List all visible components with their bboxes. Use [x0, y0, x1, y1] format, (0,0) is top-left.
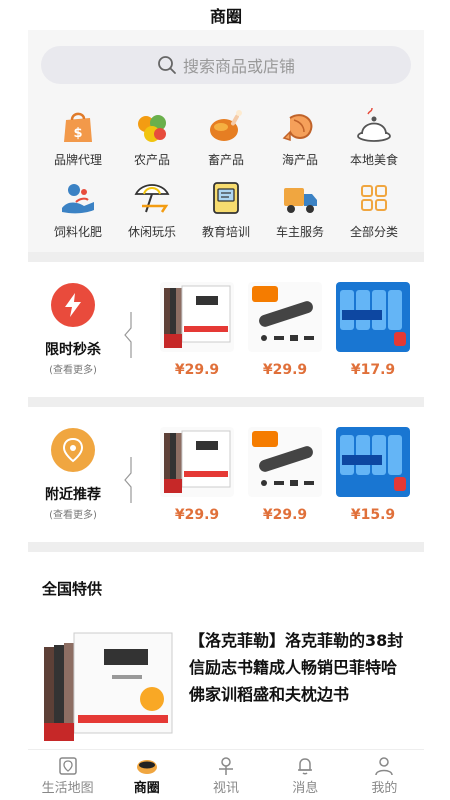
product-card[interactable]: ¥29.9: [160, 282, 234, 378]
category-education[interactable]: 教育培训: [189, 176, 263, 240]
product-card[interactable]: ¥15.9: [336, 427, 410, 523]
page-title: 商圈: [209, 7, 242, 26]
divider: [28, 252, 424, 262]
nearby-section: 附近推荐 (查看更多) ¥29.9 ¥29.9 ¥15.9: [28, 407, 424, 542]
product-price: ¥29.9: [262, 362, 308, 378]
featured-product-title: 【洛克菲勒】洛克菲勒的38封信励志书籍成人畅销巴菲特哈佛家训稻盛和夫枕边书: [189, 631, 404, 704]
product-price: ¥29.9: [262, 507, 308, 523]
product-card[interactable]: ¥29.9: [248, 282, 322, 378]
category-label: 车主服务: [275, 225, 324, 239]
truck-icon: [278, 176, 322, 220]
tab-label: 我的: [371, 780, 398, 796]
category-label: 农产品: [133, 153, 170, 167]
map-icon: [57, 755, 79, 777]
category-label: 海产品: [281, 153, 318, 167]
category-label: 教育培训: [201, 225, 250, 239]
svg-text:$: $: [73, 126, 82, 141]
video-icon: [215, 755, 237, 777]
book-product-image: [160, 282, 234, 352]
divider: [28, 542, 424, 552]
product-price: ¥29.9: [174, 362, 220, 378]
washer-fluid-product-image: [336, 282, 410, 352]
bell-icon: [294, 755, 316, 777]
location-pin-icon: [51, 428, 95, 472]
featured-book-image: [42, 627, 177, 742]
tab-messages[interactable]: 消息: [266, 750, 345, 800]
top-area: 搜索商品或店铺 $ 品牌代理 农产品 畜产品 海产品 本地美食 饲料化肥 休闲玩…: [28, 30, 424, 252]
category-grid: $ 品牌代理 农产品 畜产品 海产品 本地美食 饲料化肥 休闲玩乐 教育培训 车…: [41, 104, 411, 240]
tab-life-map[interactable]: 生活地图: [28, 750, 107, 800]
flash-sale-header[interactable]: 限时秒杀 (查看更多): [28, 283, 118, 376]
nearby-products: ¥29.9 ¥29.9 ¥15.9: [160, 427, 410, 523]
category-brand-agency[interactable]: $ 品牌代理: [41, 104, 115, 168]
category-label: 畜产品: [207, 153, 244, 167]
chicken-icon: [204, 104, 248, 148]
national-section: 全国特供 【洛克菲勒】洛克菲勒的38封信励志书籍成人畅销巴菲特哈佛家训稻盛和夫枕…: [28, 552, 424, 742]
tab-label: 生活地图: [41, 780, 94, 796]
beach-icon: [130, 176, 174, 220]
vacuum-product-image: [248, 427, 322, 497]
category-leisure[interactable]: 休闲玩乐: [115, 176, 189, 240]
national-title: 全国特供: [42, 580, 103, 598]
category-label: 全部分类: [349, 225, 398, 239]
dish-icon: [352, 104, 396, 148]
category-label: 饲料化肥: [53, 225, 102, 239]
tab-profile[interactable]: 我的: [345, 750, 424, 800]
category-label: 品牌代理: [53, 153, 102, 167]
page: 商圈 搜索商品或店铺 $ 品牌代理 农产品 畜产品 海产品 本地美食 饲料化肥 …: [28, 0, 424, 800]
tab-label: 消息: [292, 780, 319, 796]
bottom-tab-bar: 生活地图 商圈 视讯 消息 我的: [28, 749, 424, 800]
fertilizer-icon: [56, 176, 100, 220]
category-feed-fertilizer[interactable]: 饲料化肥: [41, 176, 115, 240]
category-label: 本地美食: [349, 153, 398, 167]
book-product-image: [160, 427, 234, 497]
product-card[interactable]: ¥17.9: [336, 282, 410, 378]
tab-business-district[interactable]: 商圈: [107, 750, 186, 800]
lightning-icon: [51, 283, 95, 327]
tab-label: 视讯: [213, 780, 240, 796]
divider: [28, 397, 424, 407]
flash-sale-more-link[interactable]: (查看更多): [49, 361, 97, 376]
category-agriculture[interactable]: 农产品: [115, 104, 189, 168]
category-label: 休闲玩乐: [127, 225, 176, 239]
nearby-header[interactable]: 附近推荐 (查看更多): [28, 428, 118, 521]
search-icon: [158, 56, 176, 74]
vacuum-product-image: [248, 282, 322, 352]
shrimp-icon: [278, 104, 322, 148]
product-card[interactable]: ¥29.9: [160, 427, 234, 523]
shop-icon: [135, 755, 159, 777]
featured-product[interactable]: 【洛克菲勒】洛克菲勒的38封信励志书籍成人畅销巴菲特哈佛家训稻盛和夫枕边书: [28, 599, 424, 742]
category-all[interactable]: 全部分类: [337, 176, 411, 240]
category-local-food[interactable]: 本地美食: [337, 104, 411, 168]
product-card[interactable]: ¥29.9: [248, 427, 322, 523]
nearby-title: 附近推荐: [45, 487, 101, 503]
tab-label: 商圈: [133, 780, 160, 796]
bracket-icon: [124, 457, 132, 503]
tab-video[interactable]: 视讯: [186, 750, 265, 800]
user-icon: [373, 755, 395, 777]
product-price: ¥29.9: [174, 507, 220, 523]
product-price: ¥17.9: [350, 362, 396, 378]
book-icon: [204, 176, 248, 220]
search-placeholder: 搜索商品或店铺: [182, 57, 295, 76]
category-livestock[interactable]: 畜产品: [189, 104, 263, 168]
flash-sale-title: 限时秒杀: [45, 342, 101, 358]
nearby-more-link[interactable]: (查看更多): [49, 506, 97, 521]
category-car-service[interactable]: 车主服务: [263, 176, 337, 240]
product-price: ¥15.9: [350, 507, 396, 523]
grid-icon: [352, 176, 396, 220]
category-seafood[interactable]: 海产品: [263, 104, 337, 168]
flash-sale-section: 限时秒杀 (查看更多) ¥29.9 ¥29.9 ¥17.9: [28, 262, 424, 397]
bracket-icon: [124, 312, 132, 358]
fruit-icon: [130, 104, 174, 148]
washer-fluid-product-image: [336, 427, 410, 497]
shopping-bag-icon: $: [56, 104, 100, 148]
search-input[interactable]: 搜索商品或店铺: [41, 46, 411, 84]
flash-sale-products: ¥29.9 ¥29.9 ¥17.9: [160, 282, 410, 378]
